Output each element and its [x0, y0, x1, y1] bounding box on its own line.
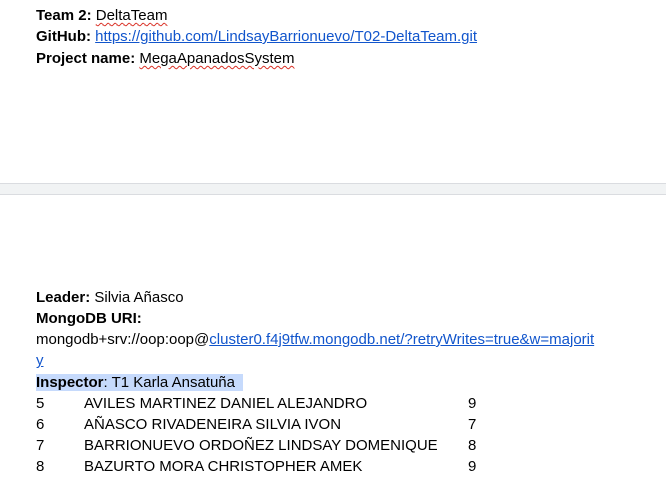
member-score: 9 — [468, 395, 477, 412]
member-name: BARRIONUEVO ORDOÑEZ LINDSAY DOMENIQUE — [84, 437, 438, 454]
github-label: GitHub: — [36, 28, 91, 45]
member-score: 8 — [468, 437, 477, 454]
team-value[interactable]: DeltaTeam — [96, 7, 168, 24]
leader-value[interactable]: Silvia Añasco — [94, 289, 183, 306]
member-score: 7 — [468, 416, 477, 433]
project-line: Project name: MegaApanadosSystem — [36, 49, 294, 69]
mongo-uri-prefix[interactable]: mongodb+srv://oop:oop@ — [36, 331, 209, 348]
inspector-line: Inspector: T1 Karla Ansatuña — [36, 373, 243, 393]
document-page-2: Leader: Silvia Añasco MongoDB URI: mongo… — [0, 195, 666, 477]
member-number: 8 — [36, 458, 45, 475]
inspector-label: Inspector — [36, 374, 104, 391]
project-label: Project name: — [36, 50, 136, 67]
mongo-label-line: MongoDB URI: — [36, 309, 142, 329]
github-link[interactable]: https://github.com/LindsayBarrionuevo/T0… — [95, 28, 477, 45]
member-name: AÑASCO RIVADENEIRA SILVIA IVON — [84, 416, 342, 433]
mongo-label: MongoDB URI: — [36, 310, 142, 327]
document-page-1: Team 2: DeltaTeam GitHub: https://github… — [0, 0, 666, 183]
leader-label: Leader: — [36, 289, 91, 306]
page-break — [0, 183, 666, 195]
mongo-uri-link-continued[interactable]: y — [36, 352, 44, 369]
mongo-uri-line-2: y — [36, 351, 44, 371]
inspector-highlight[interactable]: Inspector: T1 Karla Ansatuña — [36, 374, 243, 391]
leader-line: Leader: Silvia Añasco — [36, 288, 184, 308]
project-value[interactable]: MegaApanadosSystem — [139, 50, 294, 67]
member-number: 6 — [36, 416, 45, 433]
mongo-uri-line: mongodb+srv://oop:oop@cluster0.f4j9tfw.m… — [36, 330, 594, 350]
member-score: 9 — [468, 458, 477, 475]
github-line: GitHub: https://github.com/LindsayBarrio… — [36, 27, 477, 47]
team-line: Team 2: DeltaTeam — [36, 6, 167, 26]
member-name: AVILES MARTINEZ DANIEL ALEJANDRO — [84, 395, 368, 412]
member-number: 5 — [36, 395, 45, 412]
team-label: Team 2: — [36, 7, 92, 24]
member-name: BAZURTO MORA CHRISTOPHER AMEK — [84, 458, 363, 475]
mongo-uri-link[interactable]: cluster0.f4j9tfw.mongodb.net/?retryWrite… — [209, 331, 594, 348]
inspector-value: : T1 Karla Ansatuña — [103, 374, 235, 391]
member-number: 7 — [36, 437, 45, 454]
